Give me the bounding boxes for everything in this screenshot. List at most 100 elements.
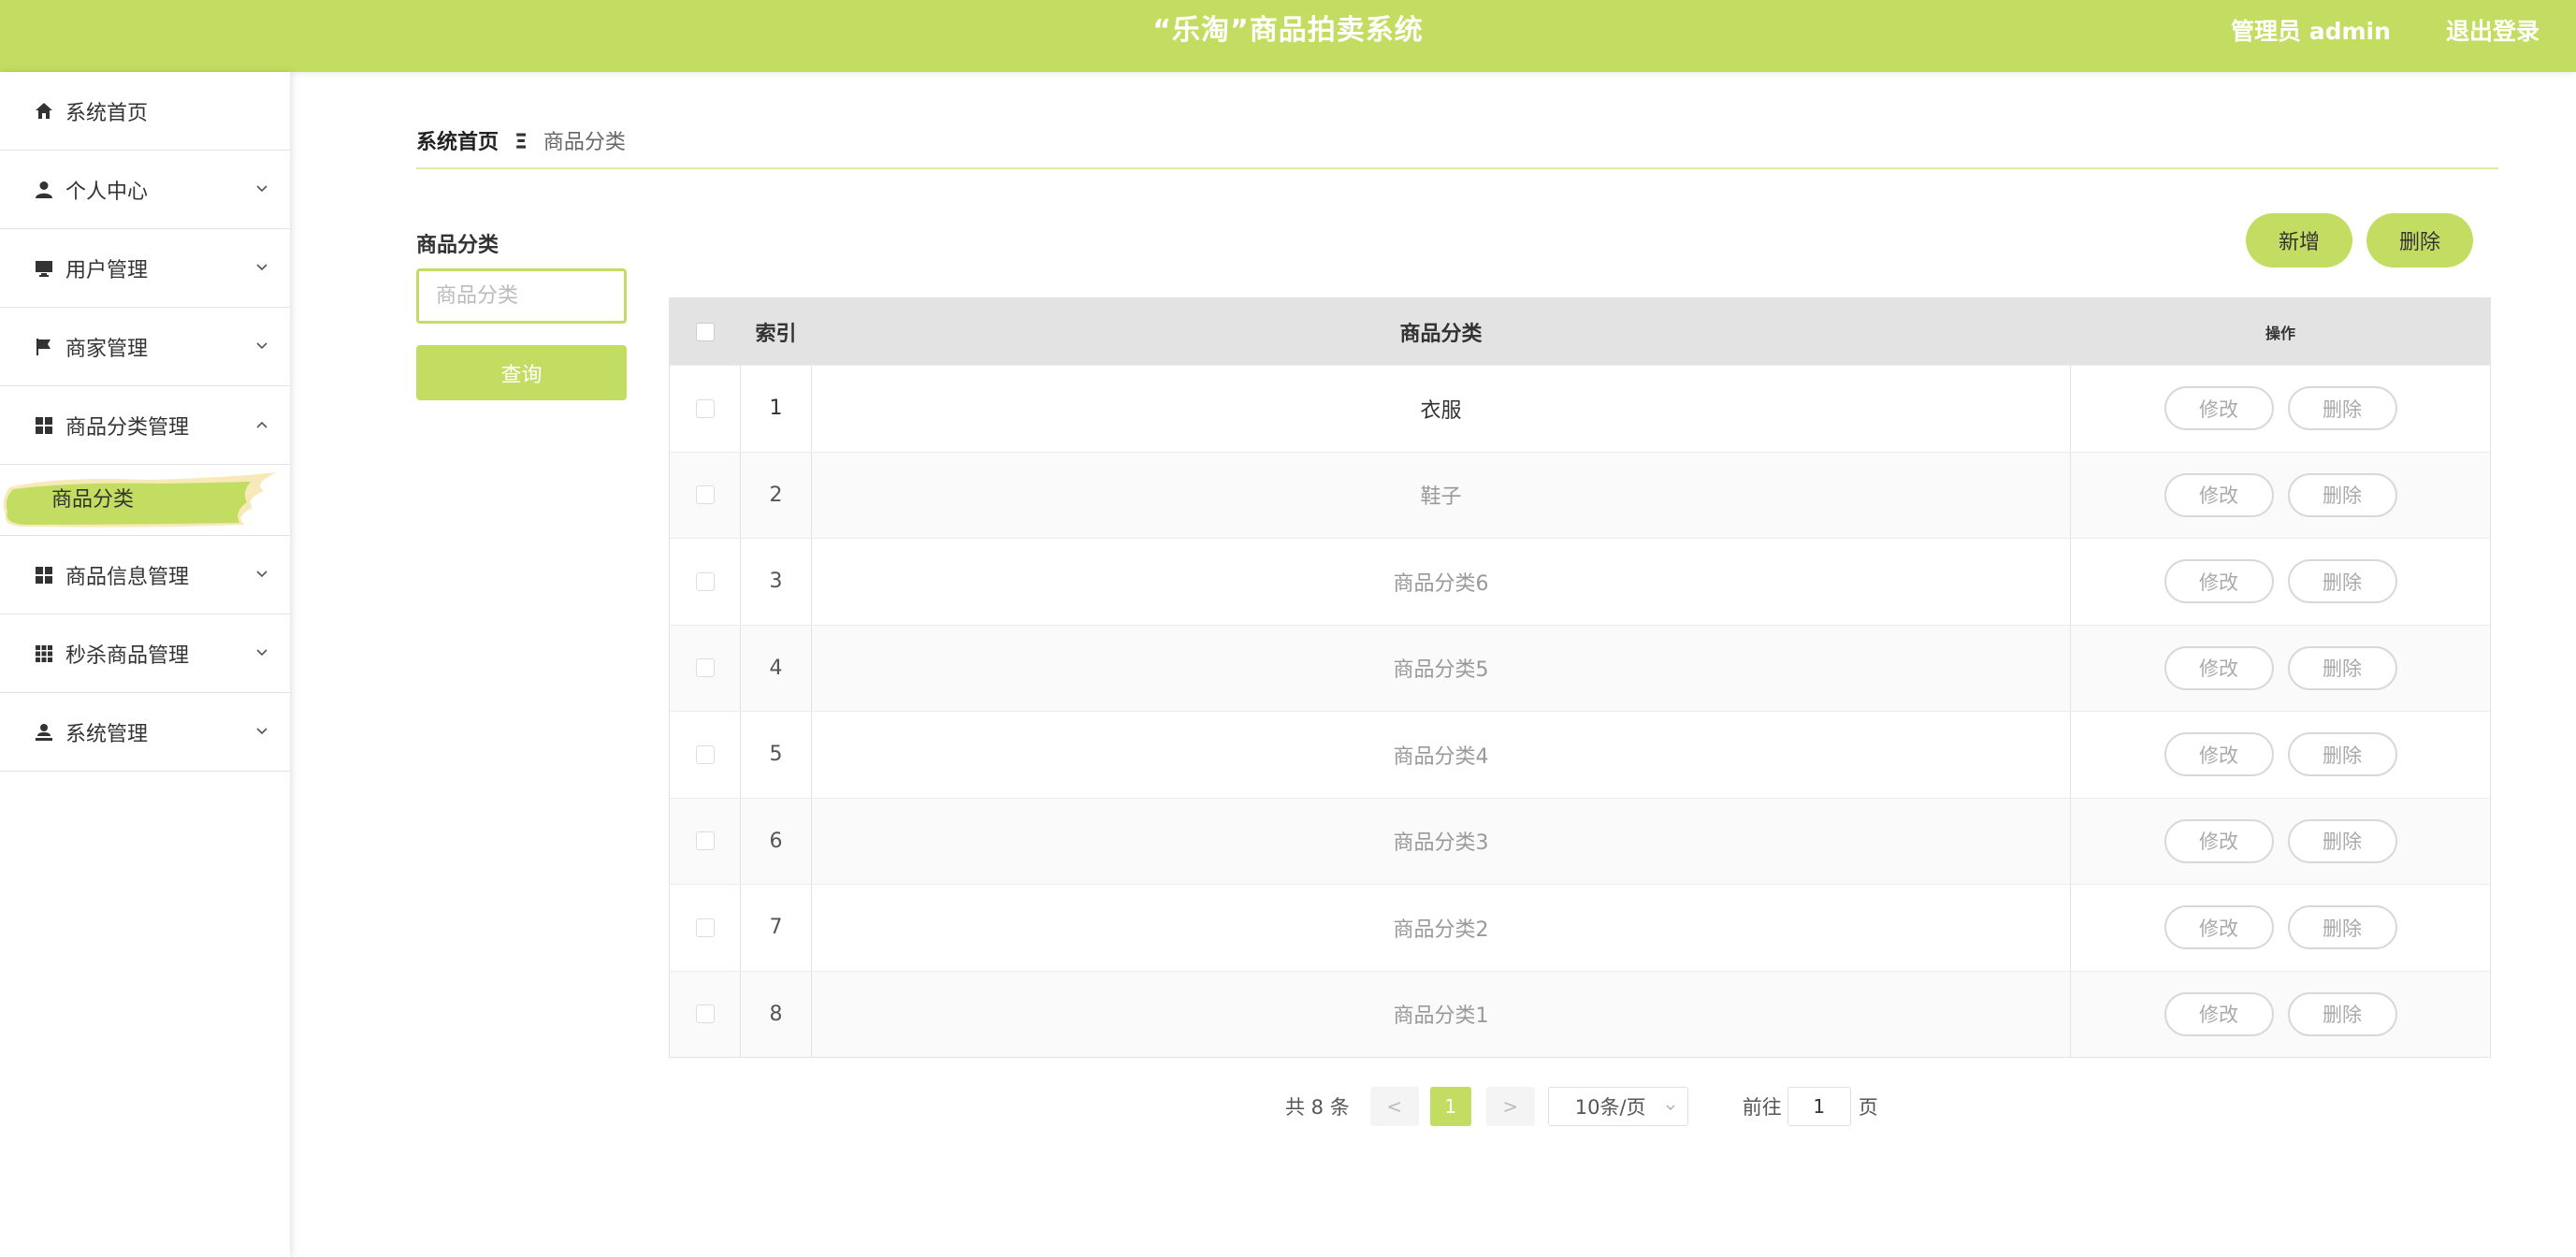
flag-icon <box>34 337 54 357</box>
delete-button[interactable]: 删除 <box>2287 991 2397 1036</box>
edit-button[interactable]: 修改 <box>2164 386 2274 431</box>
table-row: 1 衣服 修改 删除 <box>670 365 2490 452</box>
table-header: 索引 商品分类 操作 <box>670 298 2490 365</box>
monitor-icon <box>34 258 54 279</box>
edit-button[interactable]: 修改 <box>2164 818 2274 863</box>
sidebar-item-label: 商品信息管理 <box>65 565 190 589</box>
row-checkbox[interactable] <box>695 571 715 591</box>
page-size-value: 10条/页 <box>1574 1096 1646 1119</box>
chevron-down-icon <box>1666 1105 1675 1110</box>
row-index: 6 <box>741 798 812 884</box>
sidebar-item-label: 商品分类管理 <box>65 415 190 440</box>
category-table: 索引 商品分类 操作 1 衣服 修改 删除 2 鞋子 修改 删除 3 商品分类6 修… <box>669 297 2491 1058</box>
row-checkbox[interactable] <box>695 398 715 418</box>
sidebar-item-flash-sale[interactable]: 秒杀商品管理 <box>0 614 290 693</box>
edit-button[interactable]: 修改 <box>2164 732 2274 777</box>
row-index: 2 <box>741 452 812 538</box>
row-checkbox[interactable] <box>695 1004 715 1024</box>
sidebar-item-merchants[interactable]: 商家管理 <box>0 308 290 386</box>
sidebar-item-home[interactable]: 系统首页 <box>0 72 290 151</box>
sidebar-item-label: 系统管理 <box>65 722 149 746</box>
row-checkbox[interactable] <box>695 485 715 505</box>
row-category: 商品分类5 <box>812 625 2071 711</box>
breadcrumb-home[interactable]: 系统首页 <box>416 131 499 154</box>
delete-button[interactable]: 删除 <box>2287 472 2397 517</box>
edit-button[interactable]: 修改 <box>2164 559 2274 604</box>
row-checkbox[interactable] <box>695 831 715 851</box>
search-label: 商品分类 <box>416 234 499 257</box>
delete-button[interactable]: 删除 <box>2287 905 2397 950</box>
table-row: 2 鞋子 修改 删除 <box>670 451 2490 538</box>
apps-icon <box>34 643 54 664</box>
page-suffix-label: 页 <box>1858 1096 1878 1119</box>
delete-button[interactable]: 删除 <box>2287 732 2397 777</box>
row-category: 商品分类1 <box>812 971 2071 1057</box>
page-number-button[interactable]: 1 <box>1429 1087 1471 1126</box>
chevron-down-icon <box>256 571 268 578</box>
category-search-input[interactable] <box>416 268 627 324</box>
row-index: 1 <box>741 366 812 452</box>
table-row: 5 商品分类4 修改 删除 <box>670 711 2490 798</box>
chevron-down-icon <box>256 264 268 271</box>
row-index: 3 <box>741 539 812 625</box>
edit-button[interactable]: 修改 <box>2164 472 2274 517</box>
sidebar-subitem-category[interactable]: 商品分类 <box>0 465 290 536</box>
sidebar-item-users[interactable]: 用户管理 <box>0 229 290 308</box>
table-row: 7 商品分类2 修改 删除 <box>670 884 2490 971</box>
chevron-up-icon <box>256 421 268 428</box>
header-index: 索引 <box>741 298 812 365</box>
row-category: 商品分类3 <box>812 798 2071 884</box>
app-title: “乐淘”商品拍卖系统 <box>1152 14 1424 47</box>
batch-delete-button[interactable]: 删除 <box>2366 213 2473 267</box>
chevron-down-icon <box>256 185 268 193</box>
goto-page-input[interactable] <box>1787 1087 1851 1126</box>
row-index: 5 <box>741 712 812 798</box>
row-index: 7 <box>741 885 812 971</box>
sidebar-item-label: 系统首页 <box>65 101 149 125</box>
chevron-down-icon <box>256 728 268 735</box>
row-checkbox[interactable] <box>695 917 715 937</box>
sidebar-item-personal[interactable]: 个人中心 <box>0 151 290 229</box>
goto-label: 前往 <box>1742 1096 1782 1119</box>
table-row: 8 商品分类1 修改 删除 <box>670 970 2490 1057</box>
home-icon <box>34 101 54 122</box>
logout-link[interactable]: 退出登录 <box>2446 13 2540 47</box>
row-checkbox[interactable] <box>695 744 715 764</box>
row-category: 衣服 <box>812 366 2071 452</box>
select-all-checkbox[interactable] <box>695 322 715 341</box>
delete-button[interactable]: 删除 <box>2287 559 2397 604</box>
table-row: 3 商品分类6 修改 删除 <box>670 538 2490 625</box>
edit-button[interactable]: 修改 <box>2164 905 2274 950</box>
breadcrumb-separator-icon: Ξ <box>514 131 528 154</box>
prev-page-button[interactable]: < <box>1369 1087 1419 1126</box>
row-category: 鞋子 <box>812 452 2071 538</box>
grid-icon <box>34 415 54 436</box>
chevron-down-icon <box>256 342 268 350</box>
edit-button[interactable]: 修改 <box>2164 645 2274 690</box>
sidebar-item-product-info[interactable]: 商品信息管理 <box>0 536 290 614</box>
row-checkbox[interactable] <box>695 658 715 678</box>
delete-button[interactable]: 删除 <box>2287 645 2397 690</box>
grid-icon <box>34 565 54 585</box>
pagination: 共 8 条 < 1 > 10条/页 前往 页 <box>1285 1087 1878 1126</box>
sidebar-item-system[interactable]: 系统管理 <box>0 693 290 772</box>
row-category: 商品分类6 <box>812 539 2071 625</box>
active-brush-highlight <box>3 472 277 527</box>
add-button[interactable]: 新增 <box>2246 213 2352 267</box>
edit-button[interactable]: 修改 <box>2164 991 2274 1036</box>
query-button[interactable]: 查询 <box>416 345 627 400</box>
delete-button[interactable]: 删除 <box>2287 818 2397 863</box>
breadcrumb-divider <box>416 167 2498 169</box>
sidebar-item-category-mgmt[interactable]: 商品分类管理 <box>0 386 290 465</box>
table-row: 6 商品分类3 修改 删除 <box>670 797 2490 884</box>
chevron-down-icon <box>256 649 268 657</box>
header-category: 商品分类 <box>812 298 2071 365</box>
delete-button[interactable]: 删除 <box>2287 386 2397 431</box>
next-page-button[interactable]: > <box>1485 1087 1535 1126</box>
top-header: “乐淘”商品拍卖系统 管理员 admin 退出登录 <box>0 0 2576 72</box>
row-category: 商品分类2 <box>812 885 2071 971</box>
sidebar-item-label: 个人中心 <box>65 180 149 204</box>
person-icon <box>34 180 54 200</box>
sidebar-item-label: 用户管理 <box>65 258 149 282</box>
page-size-select[interactable]: 10条/页 <box>1547 1087 1688 1126</box>
